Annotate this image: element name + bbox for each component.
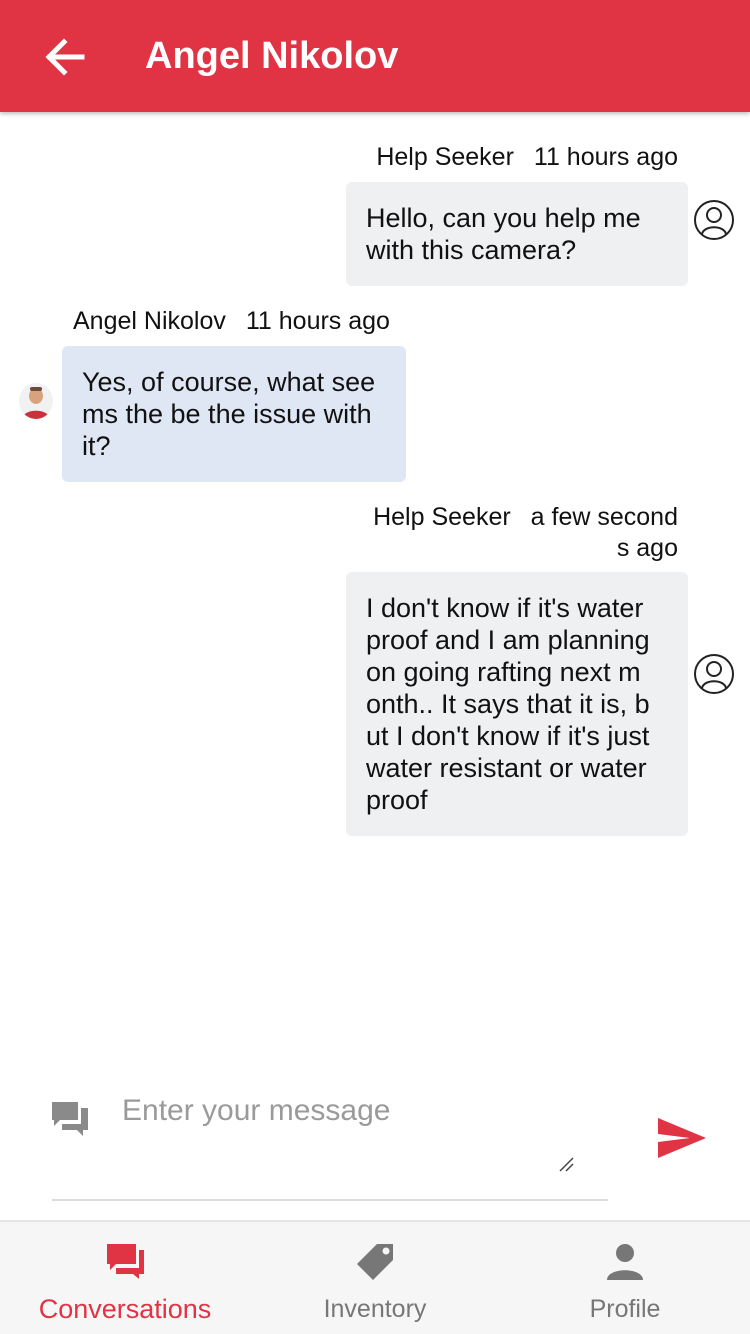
avatar [19, 383, 53, 419]
back-button[interactable] [38, 30, 92, 84]
message-time: 11 hours ago [533, 143, 678, 171]
message-composer [0, 1080, 750, 1220]
page-title: Angel Nikolov [145, 35, 399, 77]
nav-tab-profile[interactable]: Profile [500, 1222, 750, 1334]
message-bubble: I don't know if it's water proof and I a… [346, 572, 688, 836]
message-input[interactable] [122, 1094, 584, 1158]
message-time: a few second s ago [530, 503, 678, 562]
contact-photo-icon [19, 383, 53, 419]
nav-label: Profile [589, 1295, 661, 1323]
bottom-navigation: Conversations Inventory Profile [0, 1220, 750, 1334]
message-sender: Help Seeker [376, 143, 514, 171]
resize-grip-icon[interactable] [558, 1156, 574, 1172]
app-bar: Angel Nikolov [0, 0, 750, 112]
arrow-left-icon [45, 38, 85, 76]
message-meta: Help Seeker 11 hours ago [376, 142, 678, 173]
chat-icon [107, 1244, 144, 1279]
person-icon [607, 1244, 643, 1280]
nav-label: Conversations [38, 1294, 212, 1324]
nav-tab-inventory[interactable]: Inventory [250, 1222, 500, 1334]
tag-icon [357, 1244, 393, 1280]
nav-tab-conversations[interactable]: Conversations [0, 1222, 250, 1334]
message-bubble: Yes, of course, what see ms the be the i… [62, 346, 406, 482]
message-meta: Help Seeker a few second s ago [348, 502, 678, 564]
send-button[interactable] [654, 1114, 710, 1162]
message-time: 11 hours ago [245, 307, 390, 335]
nav-label: Inventory [323, 1295, 427, 1323]
send-icon [658, 1118, 706, 1158]
input-underline [52, 1199, 608, 1201]
user-avatar-icon [694, 200, 734, 240]
message-bubble: Hello, can you help me with this camera? [346, 182, 688, 286]
user-avatar-icon [694, 654, 734, 694]
chat-bubbles-icon [52, 1102, 88, 1136]
message-sender: Angel Nikolov [73, 307, 226, 335]
message-sender: Help Seeker [373, 503, 511, 531]
message-list[interactable]: Help Seeker 11 hours ago Hello, can you h… [0, 112, 750, 1072]
message-meta: Angel Nikolov 11 hours ago [73, 306, 390, 337]
